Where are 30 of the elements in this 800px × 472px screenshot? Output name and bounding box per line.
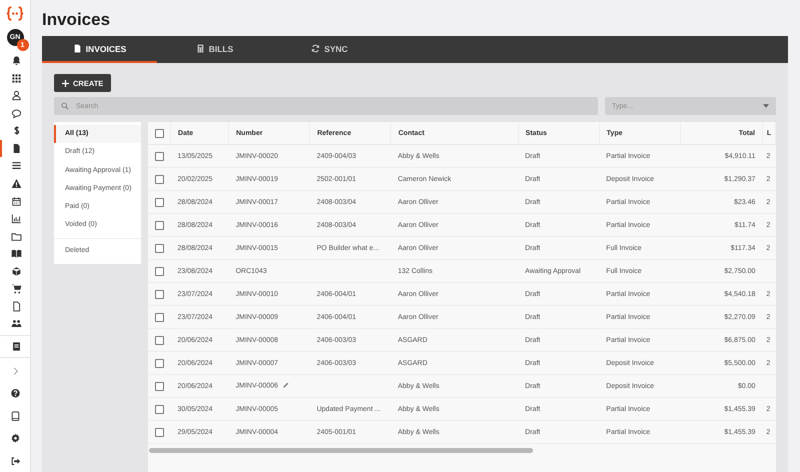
settings-icon[interactable] <box>10 433 20 444</box>
search-icon <box>61 102 69 110</box>
document-icon <box>72 44 82 53</box>
row-checkbox[interactable] <box>155 220 164 230</box>
row-checkbox[interactable] <box>155 290 164 298</box>
row-checkbox[interactable] <box>155 358 164 368</box>
row-checkbox[interactable] <box>155 336 164 344</box>
tablet-icon[interactable] <box>10 410 20 422</box>
scrollbar-thumb[interactable] <box>149 448 533 453</box>
row-checkbox[interactable] <box>155 152 164 160</box>
sync-icon <box>311 44 320 53</box>
pencil-icon[interactable] <box>282 382 290 390</box>
row-checkbox[interactable] <box>155 404 164 414</box>
row-checkbox[interactable] <box>155 266 164 276</box>
row-checkbox[interactable] <box>155 428 164 436</box>
page-title: Invoices <box>42 10 112 30</box>
tab[interactable]: BILLS <box>157 36 272 63</box>
plus-icon <box>62 80 69 86</box>
calculator-icon <box>196 44 205 53</box>
row-checkbox[interactable] <box>155 174 164 184</box>
select-all-checkbox[interactable] <box>155 128 164 138</box>
tab[interactable]: SYNC <box>272 36 387 63</box>
row-checkbox[interactable] <box>155 198 164 206</box>
row-checkbox[interactable] <box>155 382 164 390</box>
row-checkbox[interactable] <box>155 312 164 322</box>
logout-icon[interactable] <box>10 456 20 466</box>
caret-icon <box>763 104 769 108</box>
logo-icon <box>6 6 24 22</box>
row-checkbox[interactable] <box>155 244 164 252</box>
help-icon[interactable] <box>10 388 20 399</box>
